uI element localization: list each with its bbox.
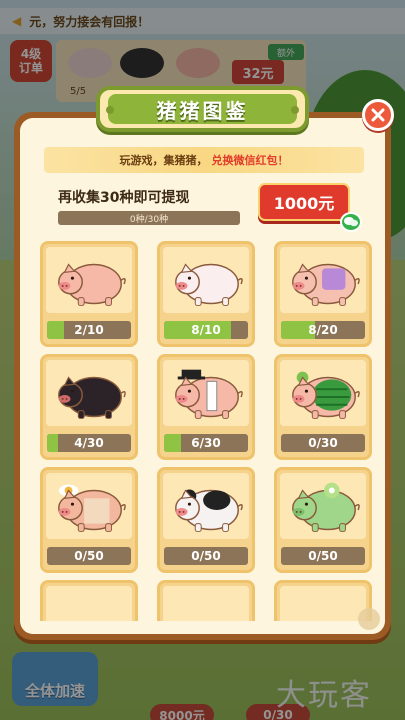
pig-progress-bar: 4/30 (47, 434, 131, 452)
pig-collection-modal: 玩游戏，集猪猪， 兑换微信红包！ 再收集30种即可提现 0种/30种 1000元 (14, 112, 391, 640)
pig-overalls-icon (292, 263, 360, 306)
pig-egg-icon (58, 484, 126, 532)
pig-progress-label: 8/20 (308, 323, 338, 337)
pig-plain-icon (58, 263, 126, 306)
withdraw-button[interactable]: 1000元 (258, 183, 350, 221)
pig-progress-bar: 2/10 (47, 321, 131, 339)
pig-card[interactable]: 6/30 (157, 354, 255, 460)
pig-card-tile (163, 586, 249, 621)
banner-strip: 玩游戏，集猪猪， 兑换微信红包！ (44, 147, 364, 173)
title-rivet (291, 106, 299, 114)
pig-watermelon-icon (292, 371, 360, 419)
banner-prefix: 玩游戏，集猪猪， (119, 154, 208, 167)
pig-card[interactable]: 2/10 (40, 241, 138, 347)
reward-banner: 玩游戏，集猪猪， 兑换微信红包！ 再收集30种即可提现 0种/30种 1000元 (44, 147, 364, 232)
close-button[interactable] (362, 99, 394, 131)
modal-title: 猪猪图鉴 (156, 98, 249, 123)
wechat-icon (340, 212, 362, 232)
pig-progress-bar: 6/30 (164, 434, 248, 452)
wechat-bubbles-icon (344, 217, 358, 227)
pig-card[interactable]: 4/30 (40, 354, 138, 460)
pig-progress-label: 8/10 (191, 323, 221, 337)
modal-body: 玩游戏，集猪猪， 兑换微信红包！ 再收集30种即可提现 0种/30种 1000元 (20, 118, 385, 634)
pig-tophat-icon (175, 369, 243, 419)
pig-card-tile (46, 586, 132, 621)
withdraw-amount: 1000元 (273, 194, 335, 213)
pig-progress-bar: 0/30 (281, 434, 365, 452)
close-icon (371, 108, 385, 122)
pig-green-icon (292, 482, 360, 532)
pig-progress-label: 0/50 (74, 549, 104, 563)
pig-progress-label: 4/30 (74, 436, 104, 450)
title-rivet (106, 106, 114, 114)
pig-panda-icon (175, 489, 243, 532)
scroll-indicator[interactable] (358, 608, 380, 630)
pig-progress-bar: 0/50 (281, 547, 365, 565)
pig-card[interactable]: 8/20 (274, 241, 372, 347)
banner-highlight: 兑换微信红包！ (211, 154, 289, 167)
pig-card-locked[interactable] (40, 580, 138, 621)
pig-card[interactable]: 0/50 (40, 467, 138, 573)
pig-card[interactable]: 0/30 (274, 354, 372, 460)
pig-progress-label: 0/50 (308, 549, 338, 563)
goal-progress-bar: 0种/30种 (58, 211, 240, 225)
modal-title-plate: 猪猪图鉴 (96, 86, 309, 132)
goal-text: 再收集30种即可提现 (58, 190, 190, 206)
pig-progress-label: 2/10 (74, 323, 104, 337)
pig-progress-bar: 0/50 (47, 547, 131, 565)
title-inner: 猪猪图鉴 (108, 94, 297, 124)
pig-card[interactable]: 0/50 (274, 467, 372, 573)
pig-card[interactable]: 0/50 (157, 467, 255, 573)
pig-progress-bar: 8/10 (164, 321, 248, 339)
pig-grid[interactable]: 2/10 8/10 8/20 4/30 6/30 0/30 0/50 0/50 … (40, 241, 372, 621)
pig-card-locked[interactable] (157, 580, 255, 621)
pig-progress-label: 6/30 (191, 436, 221, 450)
pig-black-icon (58, 376, 126, 419)
pig-progress-label: 0/50 (191, 549, 221, 563)
pig-card-locked[interactable] (274, 580, 372, 621)
pig-white-icon (175, 263, 243, 306)
pig-progress-bar: 8/20 (281, 321, 365, 339)
pig-progress-bar: 0/50 (164, 547, 248, 565)
pig-card-tile (280, 586, 366, 621)
pig-card[interactable]: 8/10 (157, 241, 255, 347)
goal-progress-label: 0种/30种 (129, 214, 169, 225)
pig-progress-label: 0/30 (308, 436, 338, 450)
